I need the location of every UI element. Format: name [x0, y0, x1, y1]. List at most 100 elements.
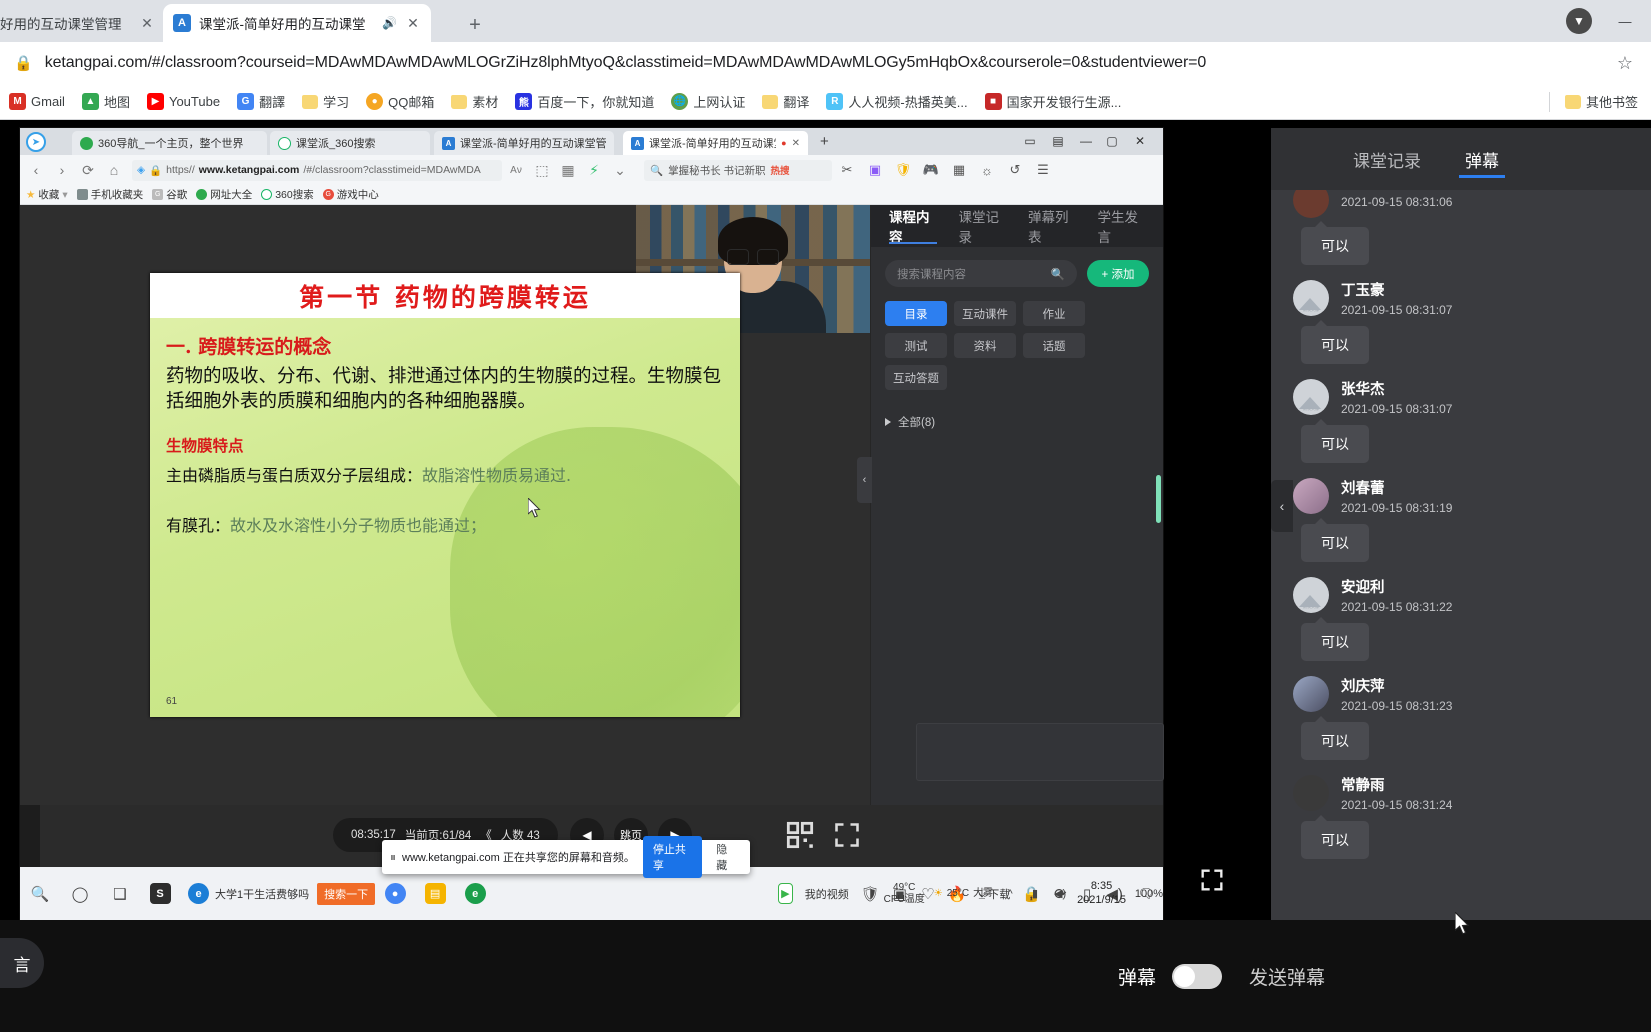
- panel-scrollbar[interactable]: [1156, 475, 1161, 523]
- bookmark-gmail[interactable]: M Gmail: [2, 89, 72, 114]
- presentation-slide[interactable]: 第一节 药物的跨膜转运 一. 跨膜转运的概念 药物的吸收、分布、代谢、排泄通过体…: [150, 273, 740, 717]
- chip-catalog[interactable]: 目录: [885, 301, 947, 326]
- forward-button[interactable]: ›: [50, 158, 74, 182]
- inner-bookmark-google[interactable]: G 谷歌: [152, 187, 187, 202]
- chrome-omnibox[interactable]: 🔒 ketangpai.com/#/classroom?courseid=MDA…: [0, 42, 1651, 84]
- inner-bookmark-games[interactable]: G 游戏中心: [322, 187, 379, 202]
- inner-tab-3[interactable]: A 课堂派-简单好用的互动课堂管...: [434, 131, 614, 155]
- send-danmu-button[interactable]: 发送弹幕: [1249, 963, 1325, 990]
- inner-new-tab-button[interactable]: +: [820, 133, 829, 150]
- inner-tab-4-active[interactable]: A 课堂派-简单好用的互动课堂 ● ✕: [623, 131, 808, 155]
- sidebar-tab-class-record[interactable]: 课堂记录: [1331, 128, 1443, 190]
- inner-bookmark-mobile[interactable]: 手机收藏夹: [76, 187, 143, 202]
- inner-bookmark-hao360[interactable]: 网址大全: [196, 187, 252, 202]
- qr-code-icon[interactable]: [786, 821, 814, 849]
- bookmark-study-folder[interactable]: 学习: [295, 88, 356, 115]
- search-icon[interactable]: 🔍: [20, 867, 60, 920]
- volume-icon[interactable]: ◀): [1052, 867, 1068, 920]
- shield-icon[interactable]: 🛡: [861, 867, 880, 920]
- inner-bookmark-360search[interactable]: 360搜索: [261, 187, 314, 202]
- taskbar-app-s[interactable]: S: [140, 867, 180, 920]
- inner-tab-1[interactable]: 360导航_一个主页，整个世界: [72, 131, 267, 155]
- inner-minimize-button[interactable]: —: [1073, 130, 1099, 152]
- inner-settings-icon[interactable]: ▤: [1045, 130, 1071, 152]
- add-content-button[interactable]: + 添加: [1087, 260, 1149, 287]
- grid-icon[interactable]: ▦: [556, 158, 580, 182]
- chip-interactive-courseware[interactable]: 互动课件: [954, 301, 1016, 326]
- inner-tab-2[interactable]: 课堂派_360搜索: [270, 131, 430, 155]
- chevron-down-icon[interactable]: ⌄: [608, 158, 632, 182]
- bookmark-material-folder[interactable]: 素材: [444, 88, 505, 115]
- cortana-icon[interactable]: ◯: [60, 867, 100, 920]
- screenshot-icon[interactable]: ⬚: [530, 158, 554, 182]
- bookmark-baidu[interactable]: 熊百度一下，你就知道: [508, 88, 661, 115]
- bolt-icon[interactable]: ⚡: [582, 158, 606, 182]
- bookmark-star-icon[interactable]: ☆: [1617, 53, 1633, 74]
- bookmark-qqmail[interactable]: ● QQ邮箱: [359, 88, 441, 115]
- bottom-left-button[interactable]: 言: [0, 938, 44, 988]
- bookmark-network-auth[interactable]: 🌐 上网认证: [664, 88, 752, 115]
- menu-icon[interactable]: ☰: [1030, 159, 1056, 181]
- chip-topics[interactable]: 话题: [1023, 333, 1085, 358]
- inner-bookmark-favorites[interactable]: ★ 收藏 ▾: [26, 187, 68, 202]
- panel-collapse-button[interactable]: ‹: [857, 457, 872, 503]
- chrome-tab-2[interactable]: A 课堂派-简单好用的互动课堂 🔊 ✕: [163, 4, 431, 42]
- close-icon[interactable]: ✕: [792, 138, 800, 149]
- message-icon[interactable]: 🗨: [1135, 867, 1157, 920]
- close-icon[interactable]: ✕: [139, 15, 155, 31]
- translate-icon[interactable]: Aν: [504, 158, 528, 182]
- chip-interactive-qa[interactable]: 互动答题: [885, 365, 947, 390]
- inner-maximize-button[interactable]: ▢: [1099, 130, 1125, 152]
- home-button[interactable]: ⌂: [102, 158, 126, 182]
- taskview-icon[interactable]: ❑: [100, 867, 140, 920]
- search-icon[interactable]: 🔍: [1051, 267, 1065, 281]
- profile-avatar[interactable]: ▼: [1557, 6, 1601, 36]
- tray-arrow-icon[interactable]: ^: [1002, 867, 1018, 920]
- undo-icon[interactable]: ↺: [1002, 159, 1028, 181]
- video-play-icon[interactable]: ▶: [778, 883, 793, 904]
- stop-sharing-button[interactable]: 停止共享: [642, 836, 703, 878]
- speaker-icon[interactable]: 🔊: [382, 16, 397, 30]
- bookmark-other[interactable]: 其他书签: [1558, 88, 1645, 115]
- pause-icon[interactable]: ⏸: [390, 850, 396, 865]
- chip-homework[interactable]: 作业: [1023, 301, 1085, 326]
- capture-icon[interactable]: ▣: [862, 159, 888, 181]
- tab-student-speech[interactable]: 学生发言: [1098, 205, 1146, 247]
- sidebar-fullscreen-icon[interactable]: [1198, 866, 1226, 894]
- course-search-input[interactable]: 搜索课程内容 🔍: [885, 260, 1077, 287]
- tab-class-record[interactable]: 课堂记录: [959, 205, 1007, 247]
- reload-button[interactable]: ⟳: [76, 158, 100, 182]
- bookmark-youtube[interactable]: ▶ YouTube: [140, 89, 227, 114]
- fullscreen-icon[interactable]: [833, 821, 861, 849]
- settings-icon[interactable]: ☼: [974, 159, 1000, 181]
- network-icon[interactable]: ▮: [1027, 867, 1043, 920]
- taskbar-ie[interactable]: e: [455, 867, 495, 920]
- bookmark-translate[interactable]: G 翻譯: [230, 88, 292, 115]
- scissors-icon[interactable]: ✂: [834, 159, 860, 181]
- shield-icon[interactable]: 🛡: [890, 159, 916, 181]
- back-button[interactable]: ‹: [24, 158, 48, 182]
- inner-restore-icon[interactable]: ▭: [1017, 130, 1043, 152]
- taskbar-clock[interactable]: 8:35 2021/9/15: [1077, 880, 1126, 906]
- tab-course-content[interactable]: 课程内容: [889, 205, 937, 247]
- taskbar-search-button[interactable]: 搜索一下: [317, 882, 376, 905]
- sidebar-collapse-button[interactable]: ‹: [1271, 480, 1293, 532]
- sidebar-tab-danmu[interactable]: 弹幕: [1443, 128, 1521, 190]
- inner-close-button[interactable]: ✕: [1127, 130, 1153, 152]
- game-icon[interactable]: 🎮: [918, 159, 944, 181]
- hide-notification-button[interactable]: 隐藏: [710, 841, 742, 873]
- apps-icon[interactable]: ▦: [946, 159, 972, 181]
- danmu-toggle[interactable]: [1172, 963, 1222, 989]
- bookmark-translate-folder[interactable]: 翻译: [755, 88, 816, 115]
- minimize-button[interactable]: —: [1603, 6, 1647, 36]
- taskbar-app-edge[interactable]: e 大学1干生活费够吗: [180, 867, 317, 920]
- bookmark-rrsp[interactable]: R 人人视频-热播英美...: [819, 88, 974, 115]
- bookmark-maps[interactable]: ▲ 地图: [75, 88, 137, 115]
- taskbar-chrome[interactable]: ●: [375, 867, 415, 920]
- chip-test[interactable]: 测试: [885, 333, 947, 358]
- new-tab-button[interactable]: +: [462, 12, 488, 38]
- chrome-tab-1[interactable]: 好用的互动课堂管理 ✕: [0, 4, 165, 42]
- close-icon[interactable]: ✕: [405, 15, 421, 31]
- chip-materials[interactable]: 资料: [954, 333, 1016, 358]
- taskbar-explorer[interactable]: ▤: [415, 867, 455, 920]
